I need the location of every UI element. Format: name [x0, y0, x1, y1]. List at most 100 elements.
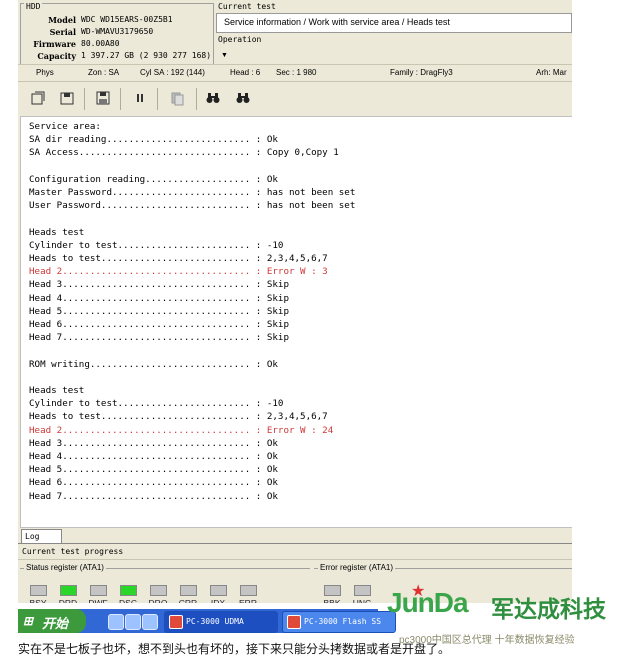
current-test-value: Service information / Work with service … — [224, 17, 450, 27]
register-led-drd — [60, 585, 77, 596]
register-led-label: ERR — [239, 598, 257, 603]
toolbar — [18, 82, 572, 116]
hdd-firmware-key: Firmware — [33, 39, 76, 49]
load-icon[interactable] — [57, 89, 77, 107]
hdd-model-key: Model — [48, 15, 76, 25]
log-line: Configuration reading...................… — [29, 173, 278, 185]
brand-name: 军达成科技 — [491, 597, 606, 623]
hdd-model-row: Model WDC WD15EARS-00Z5B1 — [21, 15, 211, 27]
log-line: Master Password.........................… — [29, 187, 356, 198]
register-led-label: DSC — [119, 598, 137, 603]
brand-logo-text: JunDa — [387, 587, 469, 618]
hdd-capacity-value: 1 397.27 GB (2 930 277 168) — [81, 51, 212, 60]
windows-flag-icon: ⊞ — [23, 614, 34, 628]
current-test-field: Service information / Work with service … — [216, 13, 572, 33]
register-led-bbk — [324, 585, 341, 596]
log-line: Cylinder to test........................… — [29, 239, 284, 251]
register-led-crr — [180, 585, 197, 596]
register-led-label: BBK — [323, 598, 341, 603]
register-led-label: CRR — [178, 598, 198, 603]
log-line: Heads test — [29, 226, 85, 238]
toolbar-separator — [120, 88, 121, 110]
hdd-serial-key: Serial — [49, 27, 76, 37]
register-led-dsc — [120, 585, 137, 596]
toolbar-separator — [84, 88, 85, 110]
quicklaunch-icon[interactable] — [142, 614, 158, 630]
log-line: Head 3..................................… — [29, 279, 289, 291]
register-led-label: BSY — [29, 598, 47, 603]
windows-taskbar: ⊞ 开始 PC-3000 UDMA PC-3000 Flash SS — [18, 609, 396, 633]
toolbar-separator — [196, 88, 197, 110]
log-line: Head 2..................................… — [29, 424, 334, 436]
log-line: Head 6..................................… — [29, 477, 278, 489]
register-led-bsy — [30, 585, 47, 596]
quicklaunch-icon[interactable] — [125, 614, 141, 630]
register-led-dwf — [90, 585, 107, 596]
log-line: Head 6..................................… — [29, 319, 289, 330]
taskbar-button-pc3000-flash[interactable]: PC-3000 Flash SS — [282, 611, 396, 633]
zone-label: Zon : SA — [88, 68, 120, 77]
status-register-caption: Status register (ATA1) — [24, 563, 106, 572]
image-caption: 实在不是七板子也坏，想不到头也有坏的，接下来只能分头拷数据或者是开盘了。 — [18, 642, 451, 656]
taskbar-button-pc3000-udma[interactable]: PC-3000 UDMA — [164, 611, 278, 633]
log-line: Head 4..................................… — [29, 451, 278, 462]
operation-caption: Operation — [218, 35, 262, 44]
copy-icon[interactable] — [167, 89, 187, 107]
register-led-err — [240, 585, 257, 596]
log-line: ROM writing.............................… — [29, 358, 278, 370]
log-line: Head 4..................................… — [29, 292, 289, 304]
start-label: 开始 — [42, 616, 69, 631]
binoculars-icon[interactable] — [203, 89, 223, 107]
current-test-caption: Current test — [218, 2, 276, 11]
log-line: SA dir reading..........................… — [29, 134, 278, 146]
pc3000-flash-app-icon — [287, 615, 301, 629]
hdd-capacity-row: Capacity 1 397.27 GB (2 930 277 168) — [21, 51, 211, 63]
tab-log[interactable]: Log — [21, 529, 62, 544]
hdd-firmware-row: Firmware 80.00A80 — [21, 39, 211, 51]
progress-bar — [18, 559, 572, 560]
open-icon[interactable] — [28, 89, 48, 107]
register-led-unc — [354, 585, 371, 596]
register-led-label: DRQ — [148, 598, 168, 603]
log-line: Head 3..................................… — [29, 437, 278, 449]
log-line: Cylinder to test........................… — [29, 398, 284, 410]
log-output[interactable]: Service area: SA dir reading.............… — [20, 116, 572, 528]
hdd-firmware-value: 80.00A80 — [81, 39, 120, 48]
log-line: Heads to test...........................… — [29, 411, 328, 423]
log-line: Head 7..................................… — [29, 332, 289, 344]
family-label: Family : DragFly3 — [390, 68, 453, 77]
log-line: Head 7..................................… — [29, 490, 278, 502]
operation-dropdown-icon[interactable]: ▼ — [221, 52, 228, 59]
log-line: Heads to test...........................… — [29, 253, 328, 264]
head-label: Head : 6 — [230, 68, 261, 77]
drive-info-bar: Phys Zon : SA Cyl SA : 192 (144) Head : … — [18, 64, 572, 82]
log-line: Head 5..................................… — [29, 464, 278, 476]
binoculars-next-icon[interactable] — [233, 89, 253, 107]
register-led-drq — [150, 585, 167, 596]
log-line: Head 5..................................… — [29, 305, 289, 317]
progress-caption: Current test progress — [22, 547, 124, 556]
hdd-serial-row: Serial WD-WMAVU3179650 — [21, 27, 211, 39]
pause-icon[interactable] — [130, 89, 150, 107]
status-register: Status register (ATA1) BSY DRD DWF DSC DRQ CR… — [20, 563, 310, 603]
start-button[interactable]: ⊞ 开始 — [18, 609, 86, 633]
register-led-idx — [210, 585, 227, 596]
log-line: Service area: — [29, 121, 101, 132]
toolbar-separator — [157, 88, 158, 110]
log-line: User Password...........................… — [29, 200, 356, 212]
ie-quicklaunch-icon[interactable] — [108, 614, 124, 630]
brand-watermark: ★ JunDa 军达成科技 pc3000中国区总代理 十年数据恢复经验 — [387, 583, 619, 647]
register-led-label: UNC — [352, 598, 372, 603]
taskbar-button-label: PC-3000 UDMA — [186, 617, 244, 626]
error-register-caption: Error register (ATA1) — [318, 563, 396, 572]
current-test-panel: Current test Service information / Work … — [216, 2, 572, 62]
hdd-panel-caption: HDD — [24, 2, 43, 11]
save-icon[interactable] — [93, 89, 113, 107]
register-led-label: IDX — [210, 598, 226, 603]
hdd-capacity-key: Capacity — [37, 51, 76, 61]
sec-label: Sec : 1 980 — [276, 68, 317, 77]
log-line: Head 2..................................… — [29, 266, 328, 278]
taskbar-button-label: PC-3000 Flash SS — [304, 617, 382, 626]
log-line: SA Access...............................… — [29, 147, 339, 159]
tab-divider — [18, 543, 572, 544]
